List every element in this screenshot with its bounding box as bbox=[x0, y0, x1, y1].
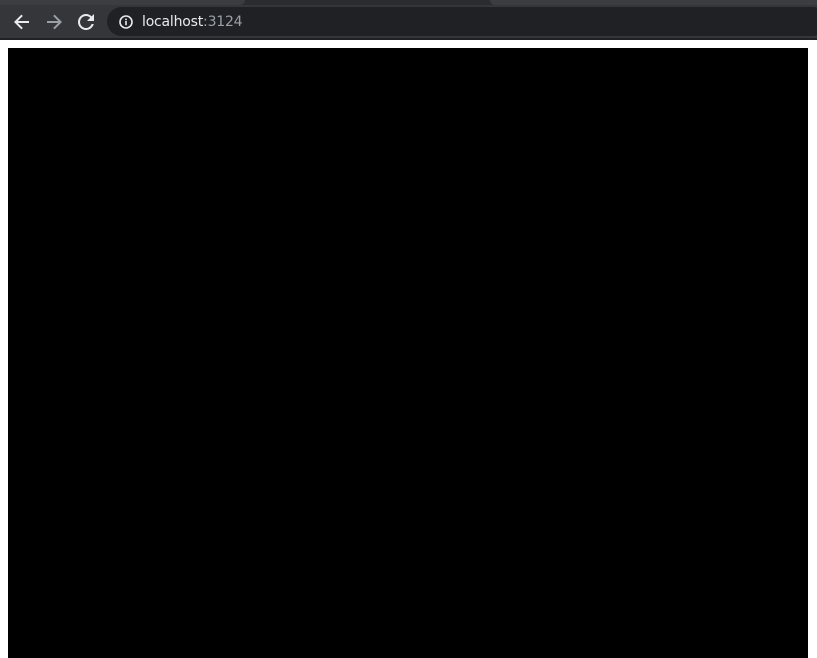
url-text[interactable]: localhost:3124 bbox=[142, 13, 243, 30]
info-icon[interactable] bbox=[119, 14, 133, 29]
address-bar[interactable]: localhost:3124 bbox=[107, 7, 817, 36]
url-port: :3124 bbox=[203, 13, 243, 30]
page-viewport bbox=[0, 40, 817, 658]
render-canvas[interactable] bbox=[8, 48, 808, 658]
forward-button[interactable] bbox=[38, 6, 70, 38]
back-button[interactable] bbox=[6, 6, 38, 38]
reload-button[interactable] bbox=[70, 6, 102, 38]
reload-icon bbox=[78, 13, 94, 30]
arrow-right-icon bbox=[47, 14, 62, 29]
arrow-left-icon bbox=[14, 14, 29, 29]
browser-window: localhost:3124 bbox=[0, 0, 817, 658]
url-host: localhost bbox=[142, 13, 204, 30]
browser-toolbar: localhost:3124 bbox=[0, 5, 817, 38]
